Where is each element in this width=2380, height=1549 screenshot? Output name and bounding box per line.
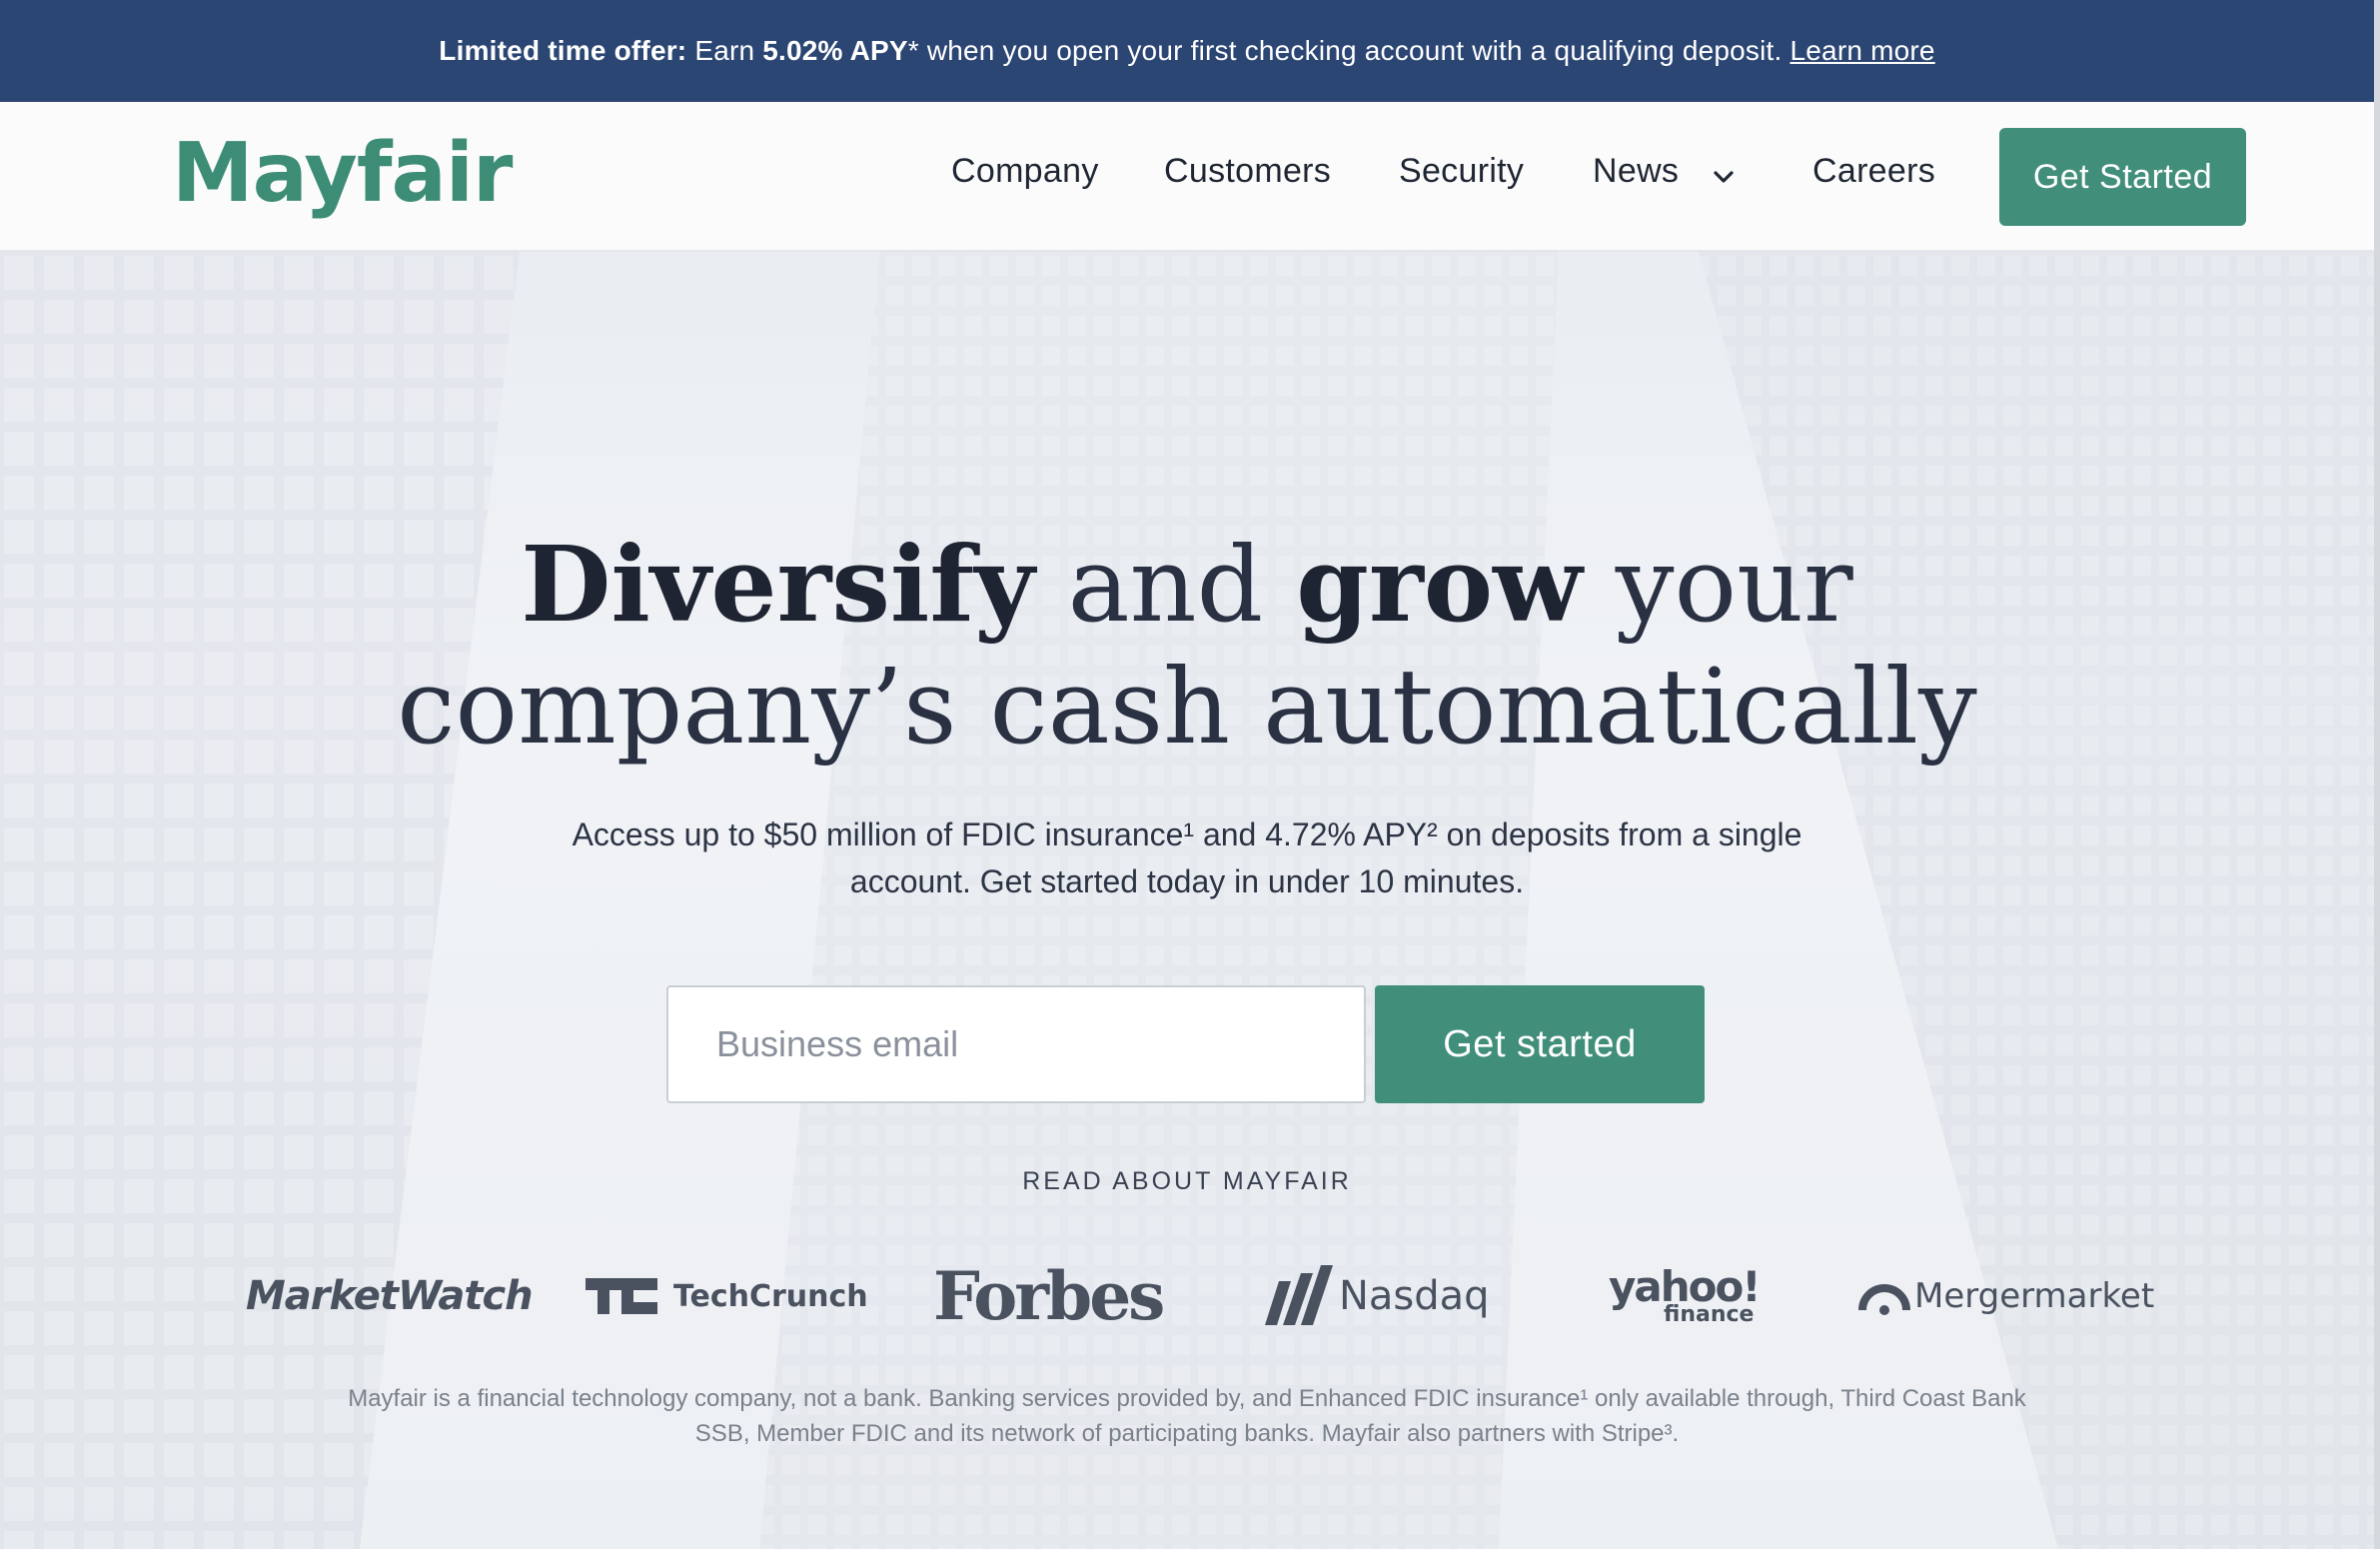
promo-banner: Limited time offer: Earn 5.02% APY * whe… (0, 0, 2374, 102)
headline-plain-2: your (1582, 524, 1853, 646)
techcrunch-logo-text: TechCrunch (673, 1278, 868, 1314)
finance-logo-text: finance (1664, 1302, 1755, 1327)
nasdaq-logo-text: Nasdaq (1339, 1273, 1490, 1319)
press-heading: READ ABOUT MAYFAIR (1022, 1167, 1352, 1195)
promo-text-1: Earn (686, 35, 763, 66)
headline-bold-1: Diversify (521, 523, 1035, 646)
hero-headline: Diversify and grow your company’s cash a… (0, 523, 2374, 769)
business-email-input[interactable] (666, 985, 1366, 1103)
nav-news[interactable]: News (1593, 152, 1679, 191)
mergermarket-mark-icon (1858, 1284, 1910, 1315)
learn-more-link[interactable]: Learn more (1790, 35, 1935, 67)
promo-rate: 5.02% APY (762, 35, 908, 66)
marketwatch-logo[interactable]: MarketWatch (246, 1251, 534, 1341)
mergermarket-logo-text: Mergermarket (1914, 1276, 2155, 1316)
forbes-logo-text: Forbes (933, 1257, 1165, 1335)
chevron-down-icon[interactable] (1711, 164, 1737, 190)
techcrunch-mark-icon (586, 1278, 657, 1314)
nav-careers[interactable]: Careers (1812, 152, 1935, 191)
hero-section: Diversify and grow your company’s cash a… (0, 252, 2374, 1549)
nav-company[interactable]: Company (951, 152, 1099, 191)
forbes-logo[interactable]: Forbes (933, 1251, 1165, 1341)
marketwatch-logo-text: MarketWatch (246, 1273, 534, 1319)
get-started-button[interactable]: Get Started (1999, 128, 2246, 226)
top-navigation: Mayfair Company Customers Security News … (0, 102, 2374, 252)
scrollbar-gutter (2374, 0, 2380, 1549)
headline-line-2: company’s cash automatically (397, 646, 1977, 768)
yahoo-finance-logo[interactable]: yahoo! finance (1609, 1251, 1761, 1341)
nasdaq-logo[interactable]: Nasdaq (1261, 1251, 1490, 1341)
nav-security[interactable]: Security (1399, 152, 1524, 191)
get-started-submit-button[interactable]: Get started (1375, 985, 1705, 1103)
nasdaq-mark-icon (1265, 1265, 1333, 1325)
legal-disclaimer: Mayfair is a financial technology compan… (348, 1385, 2026, 1447)
techcrunch-logo[interactable]: TechCrunch (586, 1251, 868, 1341)
nav-customers[interactable]: Customers (1164, 152, 1331, 191)
promo-text-2: * when you open your first checking acco… (907, 35, 1783, 66)
headline-bold-2: grow (1296, 523, 1583, 646)
mayfair-logo[interactable]: Mayfair (172, 126, 513, 221)
promo-lead: Limited time offer: (439, 35, 687, 66)
mergermarket-logo[interactable]: Mergermarket (1858, 1251, 2154, 1341)
hero-subtitle: Access up to $50 million of FDIC insuran… (572, 816, 1802, 899)
headline-plain-1: and (1034, 524, 1297, 646)
